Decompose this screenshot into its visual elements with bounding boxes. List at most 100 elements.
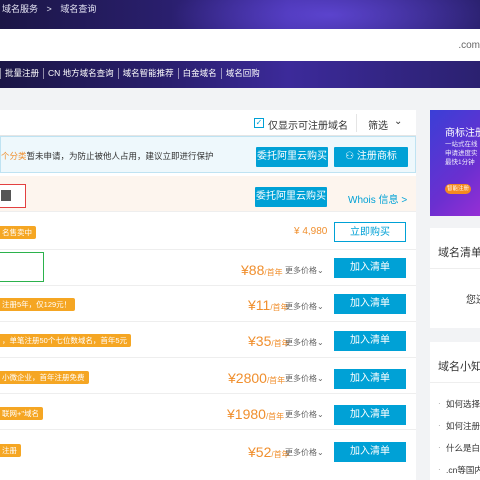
promo-tag: 小微企业，首年注册免费 bbox=[0, 371, 89, 384]
price: ¥11/首年 bbox=[248, 297, 289, 313]
add-to-list-button[interactable]: 加入清单 bbox=[334, 258, 406, 278]
price: ¥ 4,980 bbox=[294, 226, 328, 237]
promo-tag: 名售卖中 bbox=[0, 226, 36, 239]
domain-row: 联网+"域名 ¥1980/首年 更多价格⌄ 加入清单 bbox=[0, 394, 416, 430]
chevron-down-icon: ⌄ bbox=[317, 410, 324, 419]
more-prices-label: 更多价格 bbox=[285, 302, 317, 311]
more-prices-label: 更多价格 bbox=[285, 338, 317, 347]
entrust-purchase-button[interactable]: 委托阿里云购买 bbox=[256, 147, 328, 167]
hero-header: 域名服务 > 域名查询 .com 批量注册 CN 地方域名查询 域名智能推荐 白金域名… bbox=[0, 0, 480, 88]
user-icon: ⚇ bbox=[345, 151, 357, 162]
tip-link[interactable]: 什么是白 bbox=[446, 442, 480, 454]
banner-text: 个分类暂未申请，为防止被他人占用，建议立即进行保护 bbox=[1, 150, 214, 162]
available-only-checkbox[interactable]: ✓ bbox=[254, 118, 264, 128]
domain-list-empty-text: 您还 bbox=[466, 295, 480, 306]
domain-name-highlight bbox=[0, 252, 44, 282]
price: ¥88/首年 bbox=[241, 262, 283, 278]
add-to-list-button[interactable]: 加入清单 bbox=[334, 369, 406, 389]
tip-link[interactable]: 如何注册 bbox=[446, 420, 480, 432]
card-divider bbox=[430, 268, 480, 269]
ad-line: 申请进度实 bbox=[445, 150, 478, 157]
price: ¥1980/首年 bbox=[227, 406, 284, 422]
ad-cta-button[interactable]: 智能注册 bbox=[445, 184, 471, 194]
add-to-list-button[interactable]: 加入清单 bbox=[334, 331, 406, 351]
more-prices-link[interactable]: 更多价格⌄ bbox=[285, 301, 324, 312]
more-prices-label: 更多价格 bbox=[285, 448, 317, 457]
sub-nav: 批量注册 CN 地方域名查询 域名智能推荐 白金域名 域名回购 bbox=[0, 64, 480, 84]
more-prices-label: 更多价格 bbox=[285, 410, 317, 419]
available-only-label[interactable]: 仅显示可注册域名 bbox=[268, 117, 348, 132]
nav-item-platinum-domain[interactable]: 白金域名 bbox=[177, 68, 221, 79]
add-to-list-button[interactable]: 加入清单 bbox=[334, 405, 406, 425]
add-to-list-button[interactable]: 加入清单 bbox=[334, 442, 406, 462]
domain-tips-title: 域名小知 bbox=[438, 361, 480, 373]
more-prices-link[interactable]: 更多价格⌄ bbox=[285, 373, 324, 384]
domain-suffix-select[interactable]: .com bbox=[458, 40, 480, 51]
ad-title: 商标注册 bbox=[445, 128, 480, 139]
bullet-icon: · bbox=[438, 399, 441, 408]
nav-item-smart-recommend[interactable]: 域名智能推荐 bbox=[117, 68, 178, 79]
price-value: ¥2800 bbox=[228, 370, 267, 386]
bullet-icon: · bbox=[438, 421, 441, 430]
register-trademark-button[interactable]: ⚇ 注册商标 bbox=[334, 147, 408, 167]
price-unit: /首年 bbox=[265, 412, 285, 421]
breadcrumb-item-domain-query[interactable]: 域名查询 bbox=[60, 4, 96, 14]
price-value: ¥1980 bbox=[227, 406, 266, 422]
banner-message: 暂未申请，为防止被他人占用，建议立即进行保护 bbox=[26, 151, 214, 161]
breadcrumb: 域名服务 > 域名查询 bbox=[2, 2, 102, 15]
promo-tag: 注册 bbox=[0, 444, 21, 457]
tip-link[interactable]: .cn等国内 bbox=[446, 464, 480, 476]
banner-highlight: 个分类 bbox=[1, 151, 27, 161]
breadcrumb-separator: > bbox=[46, 4, 52, 14]
search-input[interactable]: .com bbox=[0, 29, 480, 61]
whois-link[interactable]: Whois 信息 > bbox=[348, 191, 407, 206]
price-value: ¥11 bbox=[248, 297, 271, 313]
chevron-down-icon: ⌄ bbox=[317, 448, 324, 457]
chevron-down-icon[interactable]: ⌄ bbox=[394, 116, 402, 127]
chevron-down-icon: ⌄ bbox=[317, 302, 324, 311]
buy-now-button[interactable]: 立即购买 bbox=[334, 222, 406, 242]
more-prices-link[interactable]: 更多价格⌄ bbox=[285, 447, 324, 458]
bullet-icon: · bbox=[438, 465, 441, 474]
price-value: ¥52 bbox=[248, 444, 272, 460]
more-prices-link[interactable]: 更多价格⌄ bbox=[285, 337, 324, 348]
bullet-icon: · bbox=[438, 443, 441, 452]
domain-row: ，单笔注册50个七位数域名，首年5元 ¥35/首年 更多价格⌄ 加入清单 bbox=[0, 322, 416, 358]
nav-item-cn-local-query[interactable]: CN 地方域名查询 bbox=[43, 68, 118, 79]
more-prices-label: 更多价格 bbox=[285, 374, 317, 383]
domain-row: 小微企业，首年注册免费 ¥2800/首年 更多价格⌄ 加入清单 bbox=[0, 358, 416, 394]
filter-button[interactable]: 筛选 bbox=[368, 117, 388, 132]
status-marker bbox=[1, 190, 11, 201]
price-value: ¥35 bbox=[248, 333, 272, 349]
promo-tag: ，单笔注册50个七位数域名，首年5元 bbox=[0, 334, 132, 347]
price: ¥52/首年 bbox=[248, 444, 290, 460]
more-prices-label: 更多价格 bbox=[285, 266, 317, 275]
ad-line: 最快1分钟 bbox=[445, 159, 475, 166]
entrust-purchase-button-2[interactable]: 委托阿里云购买 bbox=[255, 187, 327, 207]
card-divider bbox=[430, 382, 480, 383]
register-trademark-label: 注册商标 bbox=[356, 151, 397, 162]
nav-item-batch-register[interactable]: 批量注册 bbox=[0, 68, 43, 79]
promo-tag: 注册5年，仅129元！ bbox=[0, 298, 76, 311]
domain-status-highlight bbox=[0, 184, 26, 208]
domain-row: ¥88/首年 更多价格⌄ 加入清单 bbox=[0, 250, 416, 286]
domain-row: 注册5年，仅129元！ ¥11/首年 更多价格⌄ 加入清单 bbox=[0, 286, 416, 322]
chevron-down-icon: ⌄ bbox=[317, 266, 324, 275]
add-to-list-button[interactable]: 加入清单 bbox=[334, 294, 406, 314]
chevron-down-icon: ⌄ bbox=[317, 338, 324, 347]
domain-list-card: 域名清单 您还 bbox=[430, 228, 480, 328]
trademark-ad-banner[interactable]: 商标注册 一站式在线 申请进度实 最快1分钟 智能注册 bbox=[430, 110, 480, 216]
promo-tag: 联网+"域名 bbox=[0, 407, 44, 420]
domain-list-title: 域名清单 bbox=[438, 247, 480, 259]
chevron-down-icon: ⌄ bbox=[317, 374, 324, 383]
more-prices-link[interactable]: 更多价格⌄ bbox=[285, 409, 324, 420]
more-prices-link[interactable]: 更多价格⌄ bbox=[285, 265, 324, 276]
domain-tips-card: 域名小知 · 如何选择 · 如何注册 · 什么是白 · .cn等国内 bbox=[430, 342, 480, 480]
filter-bar: ✓ 仅显示可注册域名 筛选 ⌄ bbox=[0, 110, 416, 136]
tip-link[interactable]: 如何选择 bbox=[446, 398, 480, 410]
trademark-banner: 个分类暂未申请，为防止被他人占用，建议立即进行保护 委托阿里云购买 ⚇ 注册商标 bbox=[0, 136, 416, 173]
ad-line: 一站式在线 bbox=[445, 141, 478, 148]
nav-item-domain-buyback[interactable]: 域名回购 bbox=[220, 68, 264, 79]
filter-divider bbox=[356, 114, 357, 132]
breadcrumb-item-domain-service[interactable]: 域名服务 bbox=[2, 4, 38, 14]
